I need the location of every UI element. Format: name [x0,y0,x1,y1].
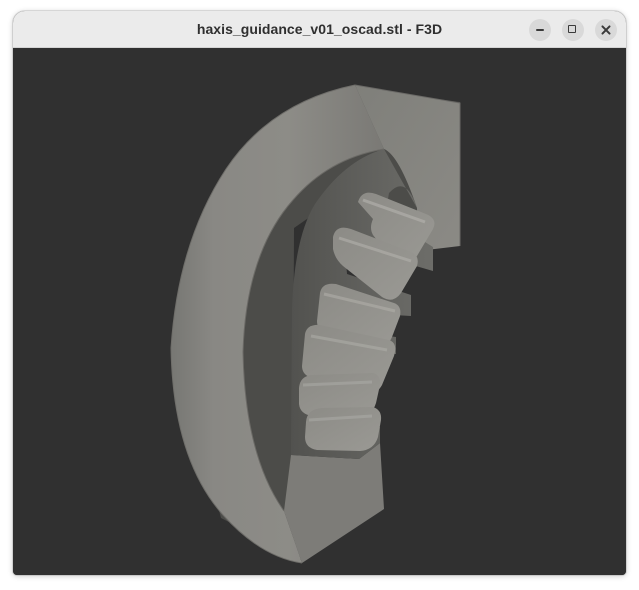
minimize-icon [536,29,544,31]
close-icon [595,19,617,41]
app-window: haxis_guidance_v01_oscad.stl - F3D [13,11,626,575]
3d-viewport[interactable] [13,48,626,575]
maximize-icon [568,25,576,33]
minimize-button[interactable] [529,19,551,41]
desktop: haxis_guidance_v01_oscad.stl - F3D [0,0,639,590]
title-bar[interactable]: haxis_guidance_v01_oscad.stl - F3D [13,11,626,48]
window-controls [529,19,617,41]
bottom-face [284,443,384,563]
model-render [170,84,461,564]
ribbon-loop-6 [305,407,382,451]
maximize-button[interactable] [562,19,584,41]
close-button[interactable] [595,19,617,41]
